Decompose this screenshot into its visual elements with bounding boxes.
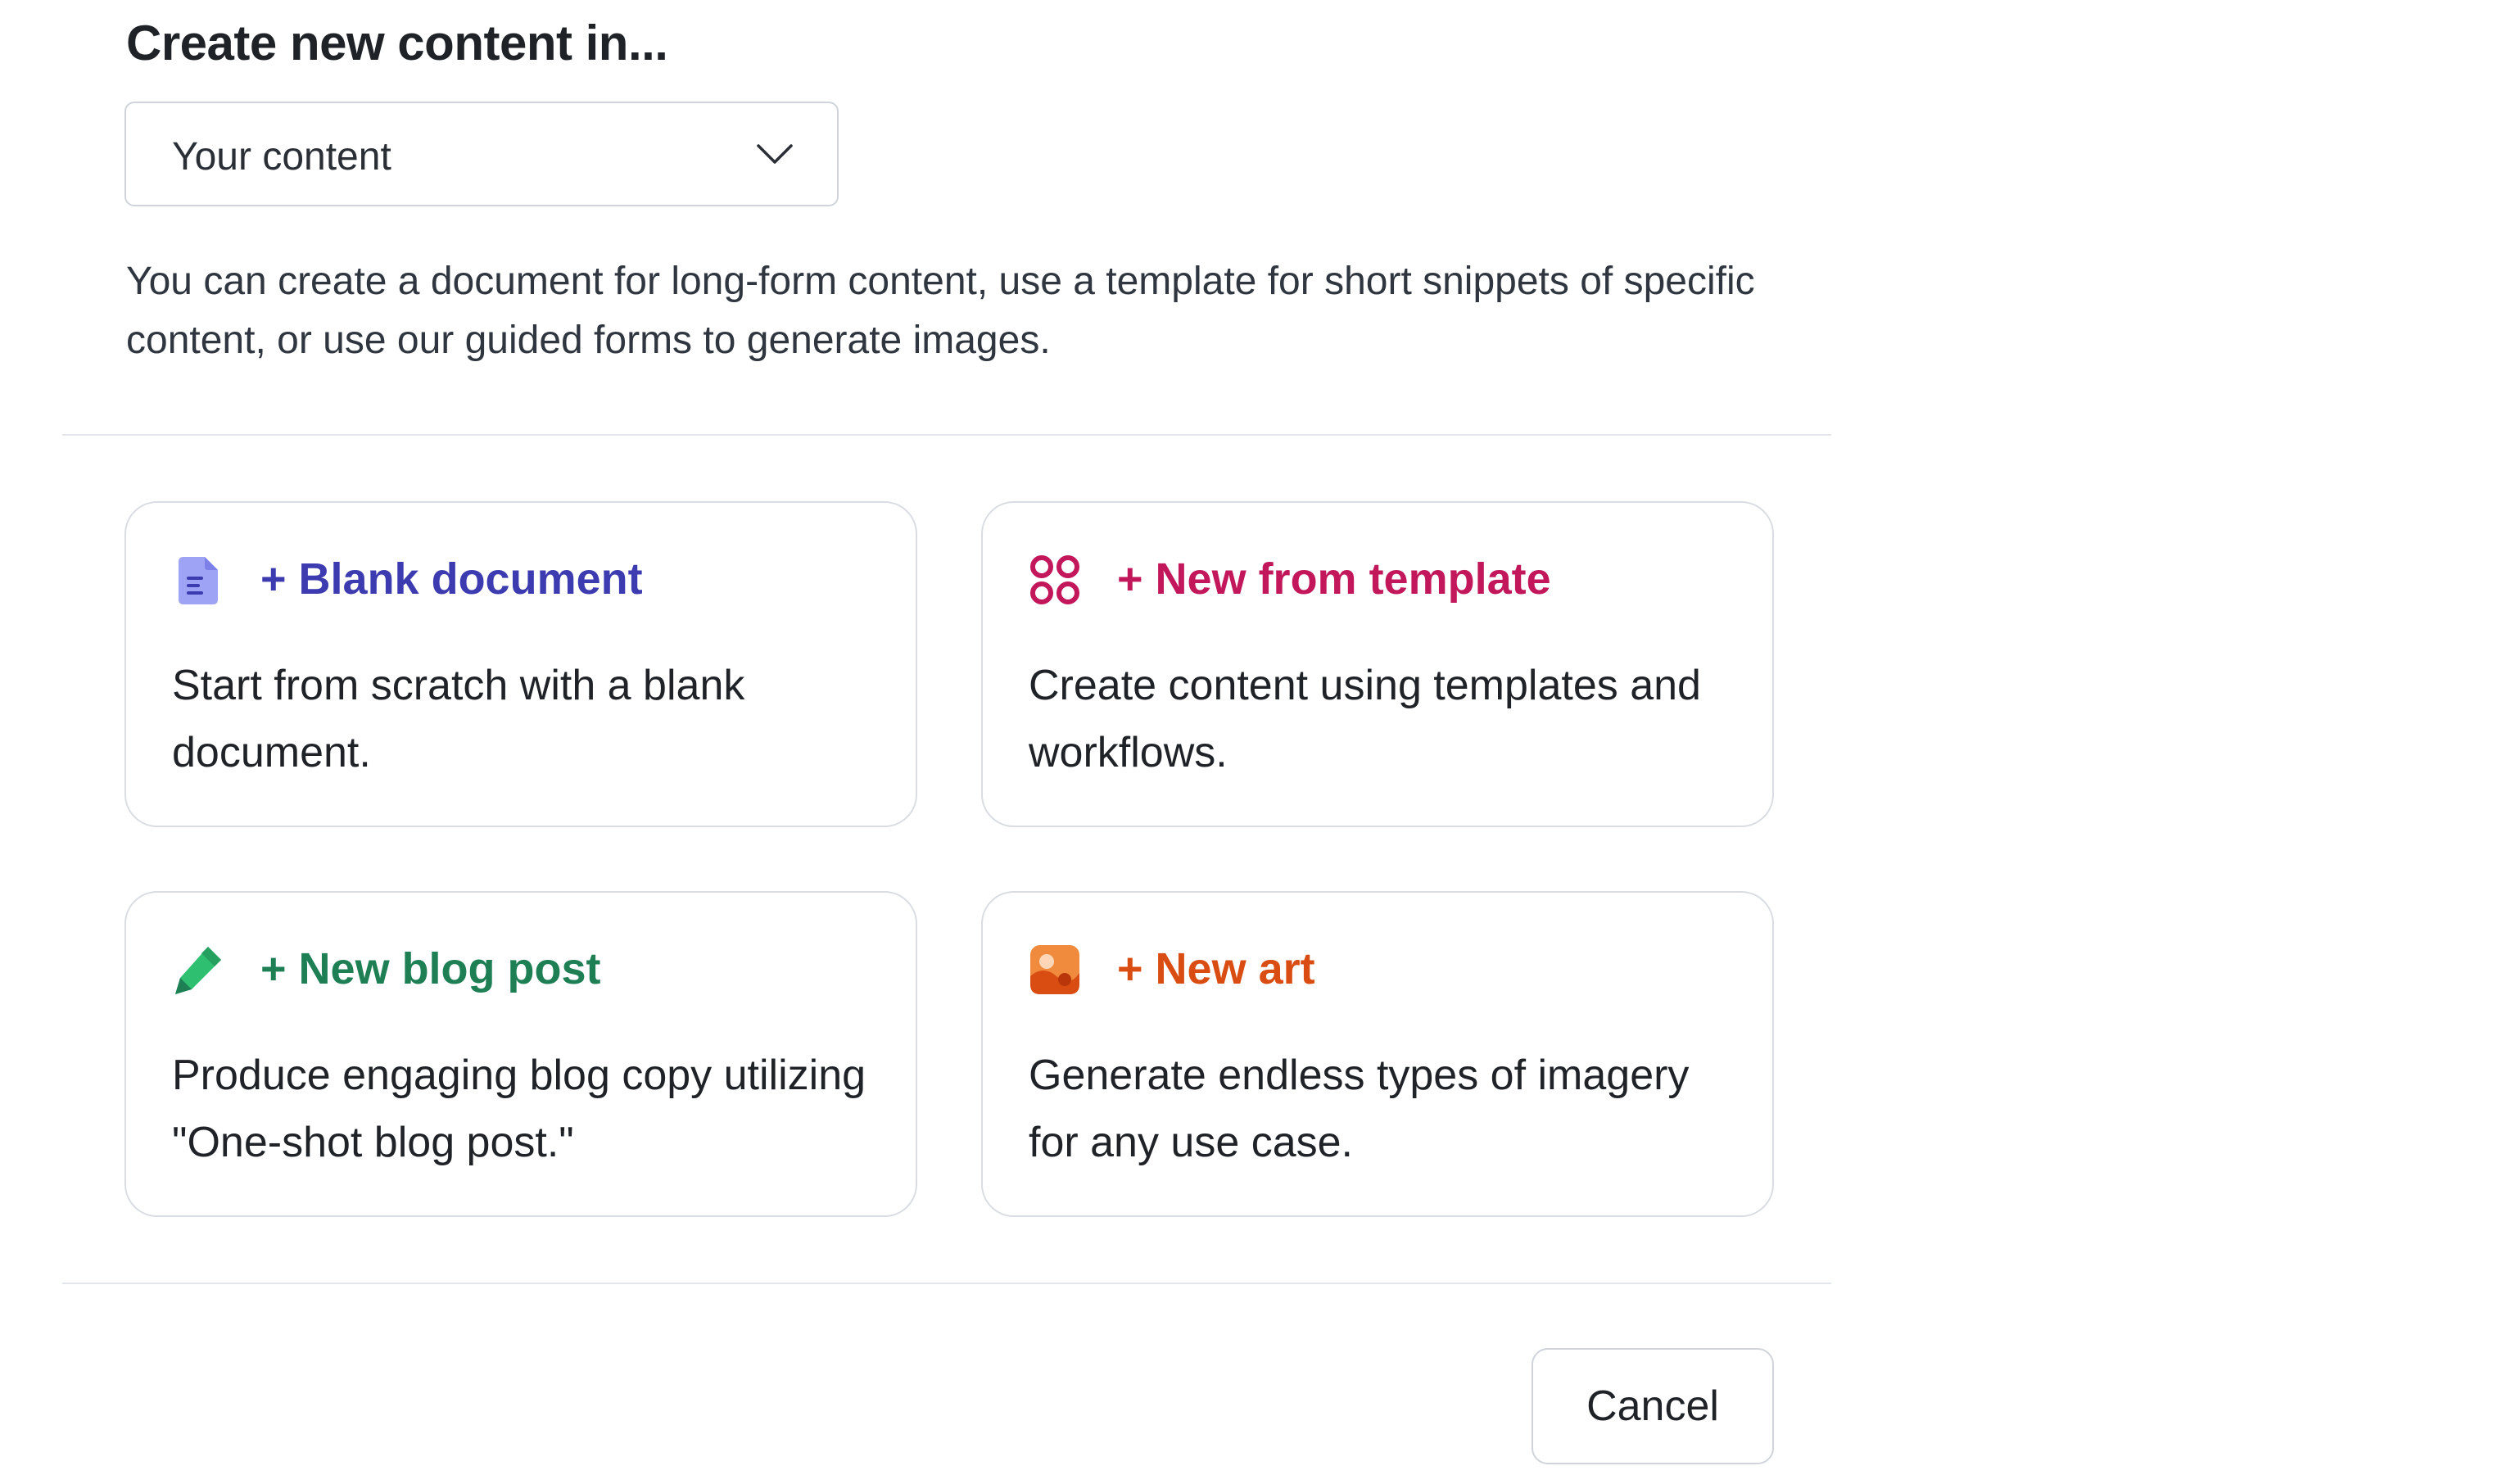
new-from-template-description: Create content using templates and workf… <box>1029 662 1701 776</box>
document-icon <box>179 557 218 604</box>
chevron-down-icon <box>757 144 793 164</box>
blank-document-card[interactable]: + Blank document Start from scratch with… <box>124 501 917 827</box>
blank-document-title: + Blank document <box>260 554 643 604</box>
location-select[interactable]: Your content <box>124 102 839 206</box>
new-blog-post-title: + New blog post <box>260 944 601 993</box>
blank-document-description: Start from scratch with a blank document… <box>172 662 745 776</box>
template-grid-icon <box>1030 555 1079 604</box>
new-art-description: Generate endless types of imagery for an… <box>1029 1052 1690 1166</box>
new-from-template-title: + New from template <box>1117 554 1551 604</box>
page: Create new content in... Your content Yo… <box>0 0 2493 1484</box>
create-content-dialog: Create new content in... Your content Yo… <box>0 0 1835 1484</box>
dialog-title: Create new content in... <box>126 16 668 70</box>
new-blog-post-card[interactable]: + New blog post Produce engaging blog co… <box>124 891 917 1217</box>
new-art-title: + New art <box>1117 944 1315 993</box>
image-art-icon <box>1030 945 1079 994</box>
pen-icon <box>175 947 221 994</box>
divider <box>62 434 1831 436</box>
divider <box>62 1283 1831 1284</box>
new-from-template-card[interactable]: + New from template Create content using… <box>981 501 1774 827</box>
new-art-card[interactable]: + New art Generate endless types of imag… <box>981 891 1774 1217</box>
cancel-button[interactable]: Cancel <box>1532 1348 1774 1464</box>
location-select-value: Your content <box>172 135 391 179</box>
dialog-description: You can create a document for long-form … <box>126 260 1755 362</box>
new-blog-post-description: Produce engaging blog copy utilizing "On… <box>172 1052 866 1166</box>
